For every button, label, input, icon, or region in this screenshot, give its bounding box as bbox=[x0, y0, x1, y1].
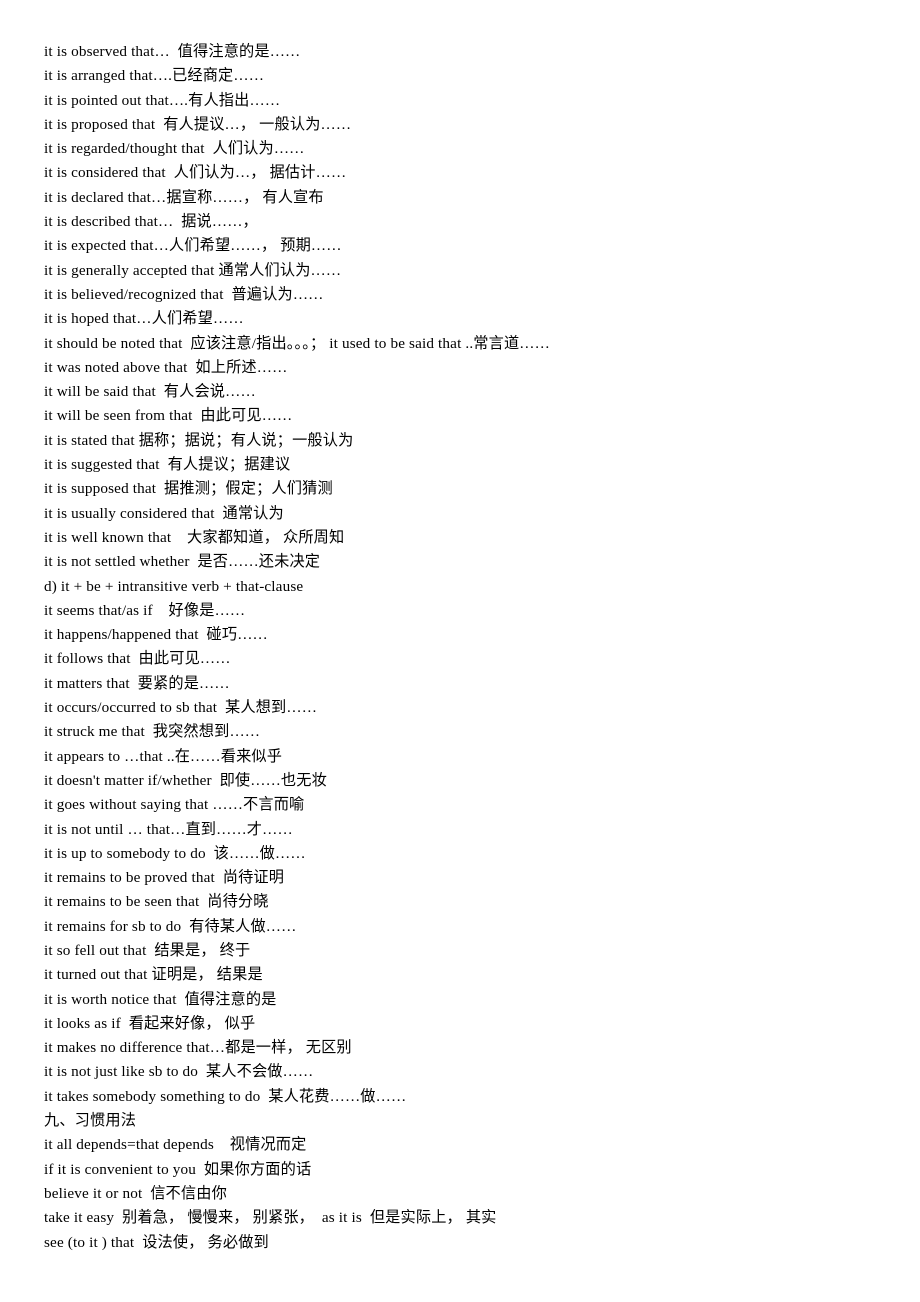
text-line: it looks as if 看起来好像， 似乎 bbox=[44, 1014, 256, 1032]
text-line: it is hoped that…人们希望…… bbox=[44, 310, 244, 328]
text-line: it is believed/recognized that 普遍认为…… bbox=[44, 285, 324, 303]
text-line: it is up to somebody to do 该……做…… bbox=[44, 844, 306, 862]
text-line: it is stated that 据称；据说；有人说；一般认为 bbox=[44, 431, 354, 449]
text-line: it is proposed that 有人提议…， 一般认为…… bbox=[44, 115, 352, 133]
text-line: it was noted above that 如上所述…… bbox=[44, 358, 288, 376]
text-line: it all depends=that depends 视情况而定 bbox=[44, 1136, 307, 1154]
text-line: it doesn't matter if/whether 即使……也无妆 bbox=[44, 771, 327, 789]
text-line: it is expected that…人们希望……， 预期…… bbox=[44, 237, 342, 255]
text-line: it is declared that…据宣称……， 有人宣布 bbox=[44, 188, 324, 206]
text-line: it remains to be proved that 尚待证明 bbox=[44, 869, 285, 887]
section-heading: 九、习惯用法 bbox=[44, 1112, 137, 1130]
text-line: it remains for sb to do 有待某人做…… bbox=[44, 917, 297, 935]
text-line: it will be seen from that 由此可见…… bbox=[44, 407, 293, 425]
text-line: it goes without saying that ……不言而喻 bbox=[44, 796, 305, 814]
text-line: it so fell out that 结果是， 终于 bbox=[44, 941, 251, 959]
text-line: it is not settled whether 是否……还未决定 bbox=[44, 553, 321, 571]
text-line: it is described that… 据说……， bbox=[44, 213, 258, 231]
text-line: see (to it ) that 设法使， 务必做到 bbox=[44, 1233, 269, 1251]
text-line: it turned out that 证明是， 结果是 bbox=[44, 966, 263, 984]
text-line: it is not until … that…直到……才…… bbox=[44, 820, 293, 838]
text-line: it is not just like sb to do 某人不会做…… bbox=[44, 1063, 314, 1081]
text-line: it is suggested that 有人提议；据建议 bbox=[44, 456, 291, 474]
text-line: take it easy 别着急， 慢慢来， 别紧张， as it is 但是实… bbox=[44, 1209, 497, 1227]
text-line: d) it + be + intransitive verb + that-cl… bbox=[44, 577, 304, 595]
text-line: it is considered that 人们认为…， 据估计…… bbox=[44, 164, 347, 182]
document-text-body: it is observed that… 值得注意的是…… it is arran… bbox=[44, 40, 920, 1255]
text-line: it struck me that 我突然想到…… bbox=[44, 723, 261, 741]
text-line: it remains to be seen that 尚待分晓 bbox=[44, 893, 269, 911]
text-line: it matters that 要紧的是…… bbox=[44, 674, 230, 692]
text-line: it is generally accepted that 通常人们认为…… bbox=[44, 261, 342, 279]
text-line: it should be noted that 应该注意/指出。。。； it u… bbox=[44, 334, 550, 352]
text-line: if it is convenient to you 如果你方面的话 bbox=[44, 1160, 312, 1178]
text-line: it is pointed out that….有人指出…… bbox=[44, 91, 281, 109]
text-line: it takes somebody something to do 某人花费……… bbox=[44, 1087, 407, 1105]
text-line: it appears to …that ..在……看来似乎 bbox=[44, 747, 283, 765]
text-line: it is observed that… 值得注意的是…… bbox=[44, 43, 301, 60]
text-line: it follows that 由此可见…… bbox=[44, 650, 231, 668]
document-page: it is observed that… 值得注意的是…… it is arran… bbox=[0, 0, 920, 1302]
text-line: it makes no difference that…都是一样， 无区别 bbox=[44, 1039, 352, 1057]
text-line: it happens/happened that 碰巧…… bbox=[44, 626, 268, 644]
text-line: it occurs/occurred to sb that 某人想到…… bbox=[44, 699, 318, 717]
text-line: it is usually considered that 通常认为 bbox=[44, 504, 284, 522]
text-line: it is regarded/thought that 人们认为…… bbox=[44, 140, 305, 158]
text-line: it seems that/as if 好像是…… bbox=[44, 601, 246, 619]
text-line: believe it or not 信不信由你 bbox=[44, 1184, 227, 1202]
text-line: it is well known that 大家都知道， 众所周知 bbox=[44, 528, 345, 546]
text-line: it is supposed that 据推测；假定；人们猜测 bbox=[44, 480, 333, 498]
text-line: it is worth notice that 值得注意的是 bbox=[44, 990, 277, 1008]
text-line: it is arranged that….已经商定…… bbox=[44, 67, 265, 85]
text-line: it will be said that 有人会说…… bbox=[44, 383, 256, 401]
